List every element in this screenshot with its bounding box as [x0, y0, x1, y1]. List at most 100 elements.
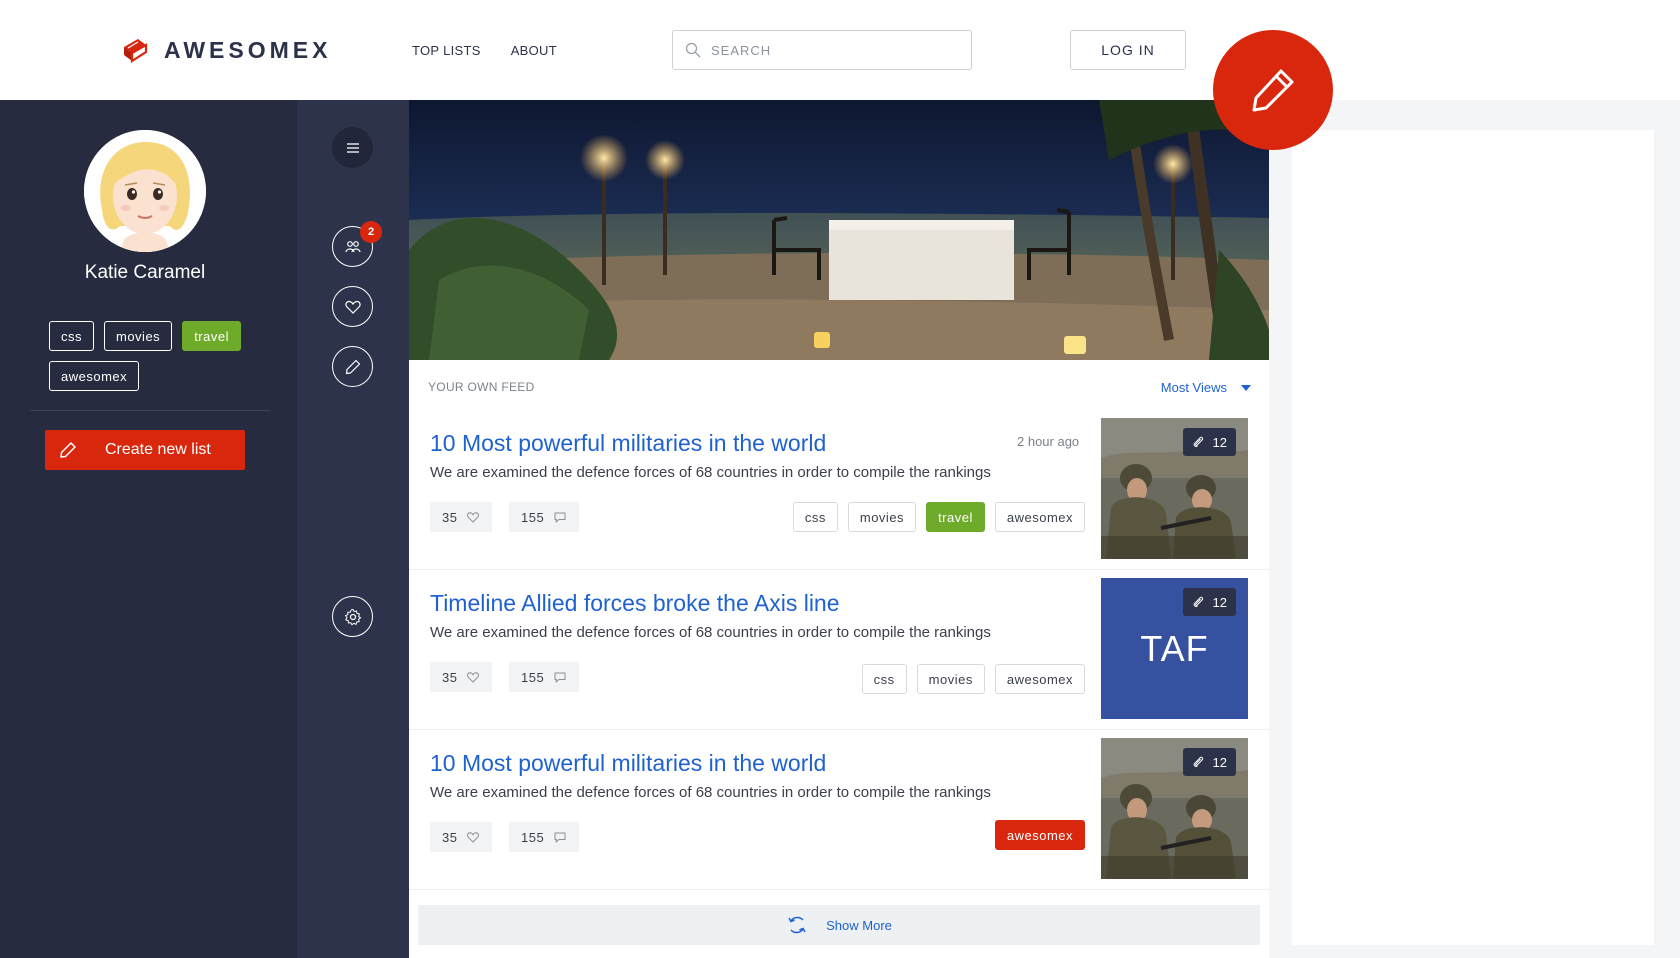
icon-rail: 2 — [297, 100, 409, 958]
feed-heading: YOUR OWN FEED — [428, 380, 535, 394]
chevron-down-icon — [1241, 384, 1251, 391]
post-tag[interactable]: awesomex — [994, 502, 1085, 532]
attachment-number: 12 — [1212, 754, 1227, 770]
friends-button[interactable]: 2 — [332, 221, 382, 267]
top-bar: AWESOMEX TOP LISTS ABOUT LOG IN — [0, 0, 1680, 100]
comment-count: 155 — [521, 829, 545, 845]
menu-icon — [346, 142, 359, 153]
notification-badge: 2 — [360, 221, 382, 243]
compose-fab[interactable] — [1213, 30, 1333, 150]
logo[interactable]: AWESOMEX — [120, 35, 331, 65]
post-thumbnail[interactable]: 12 — [1101, 738, 1248, 879]
post-tags: awesomex — [994, 820, 1085, 850]
heart-icon — [467, 512, 480, 523]
menu-button[interactable] — [332, 127, 373, 168]
post-description: We are examined the defence forces of 68… — [430, 784, 991, 801]
comment-icon — [554, 832, 566, 843]
post-description: We are examined the defence forces of 68… — [430, 624, 991, 641]
search-box[interactable] — [672, 30, 972, 70]
login-button[interactable]: LOG IN — [1070, 30, 1186, 70]
comment-button[interactable]: 155 — [509, 662, 580, 692]
post-tag[interactable]: css — [792, 502, 838, 532]
paperclip-icon — [1193, 756, 1203, 768]
avatar[interactable] — [84, 130, 206, 252]
attachment-number: 12 — [1212, 594, 1227, 610]
refresh-icon — [788, 916, 806, 934]
like-count: 35 — [442, 829, 458, 845]
attachment-number: 12 — [1212, 434, 1227, 450]
pencil-icon — [60, 442, 76, 458]
post-tag[interactable]: awesomex — [994, 664, 1085, 694]
heart-icon — [344, 300, 361, 314]
search-icon — [685, 42, 701, 58]
comment-button[interactable]: 155 — [509, 502, 580, 532]
sort-dropdown[interactable]: Most Views — [1161, 380, 1251, 395]
post-tag[interactable]: css — [861, 664, 907, 694]
users-icon — [344, 240, 361, 252]
heart-icon — [467, 832, 480, 843]
profile-tag[interactable]: movies — [104, 321, 173, 351]
brand-name: AWESOMEX — [164, 36, 332, 63]
comment-count: 155 — [521, 509, 545, 525]
profile-name: Katie Caramel — [84, 262, 206, 283]
post-tags: css movies awesomex — [861, 664, 1085, 694]
attachment-count: 12 — [1182, 748, 1236, 776]
favorites-button[interactable] — [332, 286, 373, 327]
right-panel — [1292, 130, 1654, 945]
profile-tag[interactable]: css — [49, 321, 94, 351]
post-tag-active[interactable]: travel — [926, 502, 985, 532]
like-button[interactable]: 35 — [430, 662, 493, 692]
post-tags: css movies travel awesomex — [792, 502, 1085, 532]
nav-about[interactable]: ABOUT — [511, 43, 557, 58]
pencil-icon — [345, 359, 360, 374]
gear-icon — [344, 608, 361, 626]
avatar-illustration — [84, 130, 206, 252]
post-description: We are examined the defence forces of 68… — [430, 464, 991, 481]
paperclip-icon — [1193, 596, 1203, 608]
main-feed: YOUR OWN FEED Most Views 10 Most powerfu… — [409, 100, 1269, 958]
comment-icon — [554, 672, 566, 683]
feed-post: 10 Most powerful militaries in the world… — [409, 410, 1269, 570]
profile-sidebar: Katie Caramel css movies travel awesomex… — [0, 100, 297, 958]
attachment-count: 12 — [1182, 428, 1236, 456]
attachment-count: 12 — [1182, 588, 1236, 616]
comment-icon — [554, 512, 566, 523]
like-count: 35 — [442, 509, 458, 525]
thumbnail-initials: TAF — [1140, 627, 1209, 669]
settings-button[interactable] — [332, 596, 373, 637]
create-list-label: Create new list — [105, 441, 211, 458]
edit-button[interactable] — [332, 346, 373, 387]
post-title[interactable]: 10 Most powerful militaries in the world — [430, 430, 826, 457]
paperclip-icon — [1193, 436, 1203, 448]
search-input[interactable] — [711, 42, 951, 58]
feed-post: 10 Most powerful militaries in the world… — [409, 730, 1269, 890]
profile-tag[interactable]: awesomex — [49, 361, 140, 391]
show-more-label: Show More — [826, 917, 892, 933]
like-button[interactable]: 35 — [430, 502, 493, 532]
post-tag[interactable]: movies — [847, 502, 917, 532]
profile-tag-active[interactable]: travel — [182, 321, 241, 351]
post-timestamp: 2 hour ago — [1017, 434, 1080, 449]
post-thumbnail[interactable]: TAF 12 — [1101, 578, 1248, 719]
book-icon — [124, 39, 148, 64]
post-tag-highlight[interactable]: awesomex — [994, 820, 1085, 850]
main-nav: TOP LISTS ABOUT — [412, 43, 557, 58]
post-thumbnail[interactable]: 12 — [1101, 418, 1248, 559]
pencil-icon — [1252, 69, 1294, 112]
like-count: 35 — [442, 669, 458, 685]
sort-label: Most Views — [1160, 380, 1227, 395]
comment-count: 155 — [521, 669, 545, 685]
post-title[interactable]: 10 Most powerful militaries in the world — [430, 750, 826, 777]
post-title[interactable]: Timeline Allied forces broke the Axis li… — [430, 590, 840, 617]
show-more-button[interactable]: Show More — [418, 905, 1260, 945]
profile-tags: css movies travel awesomex — [49, 321, 249, 391]
heart-icon — [467, 672, 480, 683]
create-list-button[interactable]: Create new list — [45, 430, 245, 470]
divider — [30, 410, 270, 411]
comment-button[interactable]: 155 — [509, 822, 580, 852]
hero-image — [409, 100, 1269, 360]
post-tag[interactable]: movies — [916, 664, 985, 694]
like-button[interactable]: 35 — [430, 822, 493, 852]
nav-top-lists[interactable]: TOP LISTS — [412, 43, 481, 58]
feed-post: Timeline Allied forces broke the Axis li… — [409, 570, 1269, 730]
